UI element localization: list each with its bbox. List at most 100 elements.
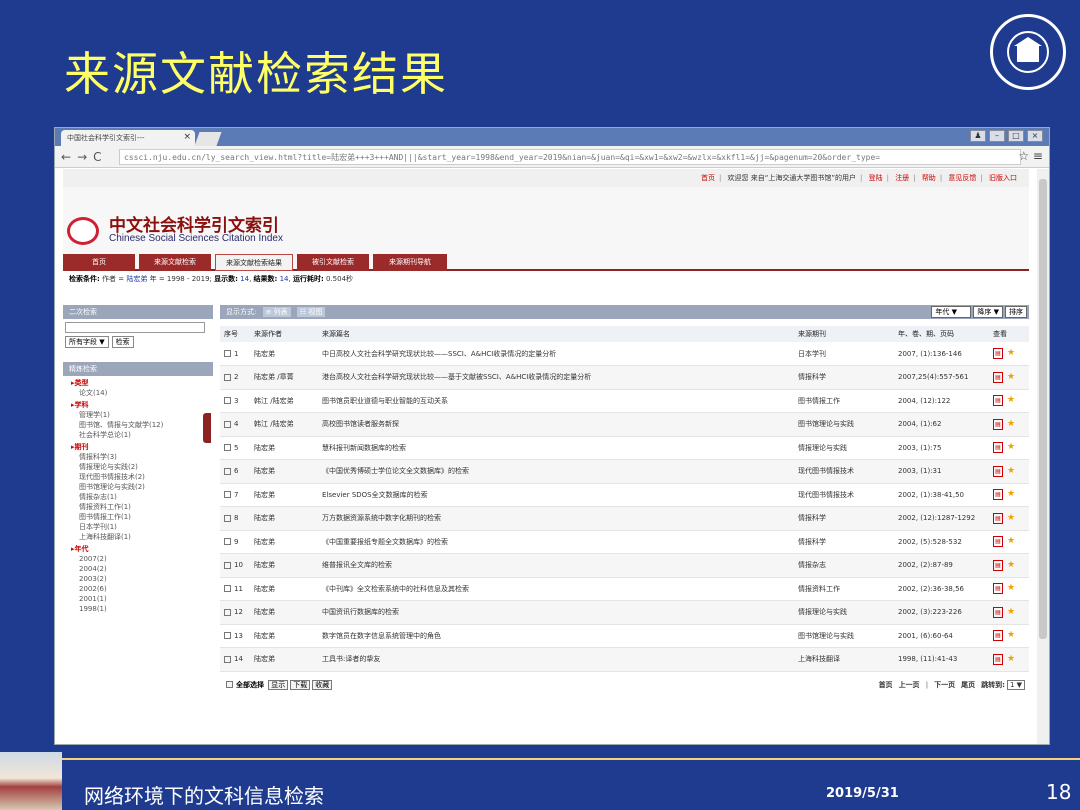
star-icon[interactable]: ★ — [1007, 630, 1015, 640]
minimize-icon[interactable]: – — [989, 130, 1005, 142]
row-checkbox[interactable] — [224, 561, 231, 569]
row-author[interactable]: 陆宏弟 — [250, 530, 318, 554]
menu-source-results[interactable]: 来源文献检索结果 — [215, 254, 293, 271]
menu-cited-search[interactable]: 被引文献检索 — [297, 254, 369, 271]
refine-journal-item[interactable]: 情报杂志(1) — [71, 492, 213, 502]
star-icon[interactable]: ★ — [1007, 419, 1015, 429]
pdf-icon[interactable]: ▤ — [993, 348, 1003, 359]
refine-year-header[interactable]: ▸年代 — [71, 544, 213, 554]
row-author[interactable]: 陆宏弟 /章菁 — [250, 365, 318, 390]
show-button[interactable]: 显示 — [268, 679, 289, 690]
refine-subject-item[interactable]: 图书馆、情报与文献学(12) — [71, 420, 213, 430]
star-icon[interactable]: ★ — [1007, 348, 1015, 358]
row-journal[interactable]: 情报科学 — [794, 506, 894, 531]
refine-subject-item[interactable]: 社会科学总论(1) — [71, 430, 213, 440]
row-journal[interactable]: 日本学刊 — [794, 342, 894, 366]
row-title[interactable]: 万方数据资源系统中数字化期刊的检索 — [318, 506, 794, 531]
row-journal[interactable]: 上海科技翻译 — [794, 647, 894, 672]
forward-icon[interactable]: → — [77, 150, 93, 164]
maximize-icon[interactable]: □ — [1008, 130, 1024, 142]
jump-select[interactable]: 1 ▼ — [1006, 679, 1025, 690]
refine-journal-item[interactable]: 日本学刊(1) — [71, 522, 213, 532]
secondary-search-button[interactable]: 检索 — [111, 336, 134, 348]
row-author[interactable]: 陆宏弟 — [250, 436, 318, 460]
row-author[interactable]: 陆宏弟 — [250, 342, 318, 366]
refine-subject-item[interactable]: 管理学(1) — [71, 410, 213, 420]
download-button[interactable]: 下载 — [290, 679, 311, 690]
row-checkbox[interactable] — [224, 420, 231, 428]
close-tab-icon[interactable]: × — [183, 132, 191, 142]
row-title[interactable]: 港台高校人文社会科学研究现状比较——基于文献被SSCI、A&HCI收录情况的定量… — [318, 365, 794, 390]
reload-icon[interactable]: C — [93, 150, 107, 164]
row-author[interactable]: 陆宏弟 — [250, 459, 318, 484]
refine-journal-item[interactable]: 情报资料工作(1) — [71, 502, 213, 512]
row-checkbox[interactable] — [224, 514, 231, 522]
scrollbar-thumb[interactable] — [1039, 179, 1047, 639]
row-title[interactable]: 慧科报刊新闻数据库的检索 — [318, 436, 794, 460]
star-icon[interactable]: ★ — [1007, 513, 1015, 523]
row-title[interactable]: 维普报讯全文库的检索 — [318, 553, 794, 578]
row-journal[interactable]: 情报理论与实践 — [794, 436, 894, 460]
pdf-icon[interactable]: ▤ — [993, 442, 1003, 454]
row-title[interactable]: 图书馆员职业道德与职业智能的互动关系 — [318, 389, 794, 413]
prev-page-link[interactable]: 上一页 — [899, 681, 920, 689]
row-title[interactable]: 工具书:译者的挚友 — [318, 647, 794, 672]
sort-button[interactable]: 排序 — [1005, 306, 1027, 318]
sort-field-select[interactable]: 年代 ▼ — [931, 306, 972, 318]
pdf-icon[interactable]: ▤ — [993, 371, 1003, 383]
row-journal[interactable]: 图书馆理论与实践 — [794, 624, 894, 648]
collect-button[interactable]: 收藏 — [312, 679, 333, 690]
row-checkbox[interactable] — [224, 397, 231, 405]
star-icon[interactable]: ★ — [1007, 583, 1015, 593]
refine-year-item[interactable]: 2003(2) — [71, 574, 213, 584]
row-author[interactable]: 陆宏弟 — [250, 624, 318, 648]
address-bar[interactable]: cssci.nju.edu.cn/ly_search_view.html?tit… — [119, 149, 1021, 165]
pdf-icon[interactable]: ▤ — [993, 630, 1003, 642]
row-journal[interactable]: 现代图书情报技术 — [794, 483, 894, 507]
field-select[interactable]: 所有字段 ▼ — [65, 336, 109, 348]
refine-journal-item[interactable]: 现代图书情报技术(2) — [71, 472, 213, 482]
close-window-icon[interactable]: × — [1027, 130, 1043, 142]
pdf-icon[interactable]: ▤ — [993, 559, 1003, 571]
refine-subject-header[interactable]: ▸学科 — [71, 400, 213, 410]
star-icon[interactable]: ★ — [1007, 395, 1015, 405]
pdf-icon[interactable]: ▤ — [993, 512, 1003, 524]
page-scrollbar[interactable] — [1037, 169, 1049, 744]
row-author[interactable]: 韩江 /陆宏弟 — [250, 412, 318, 437]
top-link-register[interactable]: 注册 — [895, 174, 909, 182]
star-icon[interactable]: ★ — [1007, 654, 1015, 664]
row-title[interactable]: 中日高校人文社会科学研究现状比较——SSCI、A&HCI收录情况的定量分析 — [318, 342, 794, 366]
secondary-search-input[interactable] — [65, 322, 205, 333]
row-journal[interactable]: 情报杂志 — [794, 553, 894, 578]
star-icon[interactable]: ★ — [1007, 372, 1015, 382]
row-title[interactable]: 高校图书馆读者服务新探 — [318, 412, 794, 437]
refine-journal-header[interactable]: ▸期刊 — [71, 442, 213, 452]
star-icon[interactable]: ★ — [1007, 607, 1015, 617]
refine-year-item[interactable]: 2001(1) — [71, 594, 213, 604]
user-icon[interactable]: ♟ — [970, 130, 986, 142]
refine-year-item[interactable]: 2004(2) — [71, 564, 213, 574]
refine-type-header[interactable]: ▸类型 — [71, 378, 213, 388]
pdf-icon[interactable]: ▤ — [993, 489, 1003, 501]
list-view-button[interactable]: ≡ 列表 — [262, 307, 291, 317]
refine-journal-item[interactable]: 情报科学(3) — [71, 452, 213, 462]
row-title[interactable]: 中国资讯行数据库的检索 — [318, 600, 794, 625]
next-page-link[interactable]: 下一页 — [934, 681, 955, 689]
row-checkbox[interactable] — [224, 491, 231, 499]
new-tab-button[interactable] — [194, 132, 222, 146]
menu-source-search[interactable]: 来源文献检索 — [139, 254, 211, 271]
last-page-link[interactable]: 尾页 — [961, 681, 975, 689]
top-link-old-version[interactable]: 旧版入口 — [989, 174, 1017, 182]
row-title[interactable]: Elsevier SDOS全文数据库的检索 — [318, 483, 794, 507]
row-journal[interactable]: 图书馆理论与实践 — [794, 412, 894, 437]
row-journal[interactable]: 情报资料工作 — [794, 577, 894, 601]
row-checkbox[interactable] — [224, 585, 231, 593]
pdf-icon[interactable]: ▤ — [993, 653, 1003, 665]
row-checkbox[interactable] — [224, 538, 231, 546]
select-all-checkbox[interactable] — [226, 681, 233, 688]
refine-year-item[interactable]: 1998(1) — [71, 604, 213, 614]
star-icon[interactable]: ★ — [1007, 442, 1015, 452]
star-icon[interactable]: ★ — [1007, 560, 1015, 570]
pdf-icon[interactable]: ▤ — [993, 583, 1003, 595]
pdf-icon[interactable]: ▤ — [993, 465, 1003, 477]
